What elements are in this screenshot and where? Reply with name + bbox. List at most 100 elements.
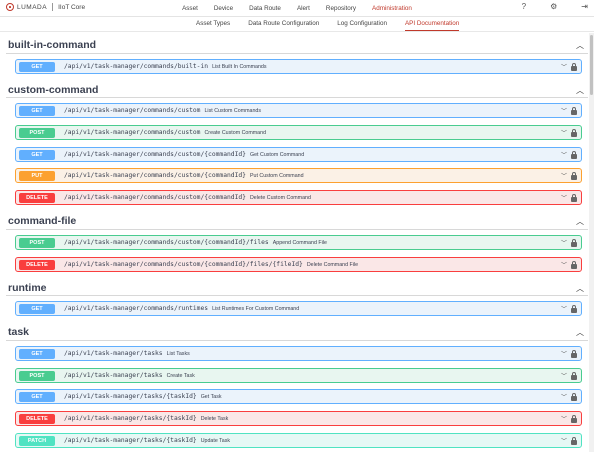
sub-nav: Asset Types Data Route Configuration Log… [0, 17, 594, 32]
chevron-down-icon[interactable]: ﹀ [561, 193, 567, 202]
section-divider [6, 97, 588, 98]
lock-icon[interactable] [571, 304, 577, 313]
lock-icon[interactable] [571, 371, 577, 380]
operation-row[interactable]: DELETE /api/v1/task-manager/commands/cus… [15, 190, 582, 205]
method-badge: PATCH [19, 435, 55, 446]
method-badge: GET [19, 105, 55, 116]
endpoint-summary: Append Command File [272, 239, 327, 246]
endpoint-path: /api/v1/task-manager/commands/custom/{co… [64, 261, 303, 268]
chevron-down-icon[interactable]: ﹀ [561, 106, 567, 115]
nav-item-alert[interactable]: Alert [297, 5, 310, 12]
chevron-down-icon[interactable]: ﹀ [561, 238, 567, 247]
endpoint-path: /api/v1/task-manager/tasks/{taskId} [64, 415, 197, 422]
collapse-chevron-icon[interactable]: ︿ [576, 283, 584, 294]
lock-icon[interactable] [571, 128, 577, 137]
vertical-scrollbar[interactable] [589, 33, 594, 452]
endpoint-summary: Delete Task [200, 415, 229, 422]
logout-icon[interactable]: ⇥ [581, 3, 588, 11]
method-badge: POST [19, 370, 55, 381]
section-title-built-in-command[interactable]: built-in-command [8, 39, 96, 51]
endpoint-path: /api/v1/task-manager/tasks/{taskId} [64, 437, 197, 444]
help-icon[interactable]: ? [522, 3, 526, 11]
method-badge: PUT [19, 170, 55, 181]
lock-icon[interactable] [571, 260, 577, 269]
nav-item-data-route[interactable]: Data Route [249, 5, 281, 12]
chevron-down-icon[interactable]: ﹀ [561, 260, 567, 269]
endpoint-path: /api/v1/task-manager/tasks/{taskId} [64, 393, 197, 400]
endpoint-summary: Create Custom Command [204, 129, 267, 136]
nav-item-administration[interactable]: Administration [372, 5, 412, 12]
top-bar: LUMADA IIoT Core Asset Device Data Route… [0, 0, 594, 17]
endpoint-summary: Update Task [200, 437, 231, 444]
operation-row[interactable]: DELETE /api/v1/task-manager/commands/cus… [15, 257, 582, 272]
operation-row[interactable]: GET /api/v1/task-manager/commands/runtim… [15, 301, 582, 316]
chevron-down-icon[interactable]: ﹀ [561, 392, 567, 401]
operation-row[interactable]: DELETE /api/v1/task-manager/tasks/{taskI… [15, 411, 582, 426]
section-divider [6, 295, 588, 296]
operation-row[interactable]: POST /api/v1/task-manager/commands/custo… [15, 125, 582, 140]
chevron-down-icon[interactable]: ﹀ [561, 150, 567, 159]
endpoint-summary: Put Custom Command [249, 172, 304, 179]
endpoint-summary: Get Task [200, 393, 222, 400]
chevron-down-icon[interactable]: ﹀ [561, 171, 567, 180]
chevron-down-icon[interactable]: ﹀ [561, 414, 567, 423]
tab-data-route-configuration[interactable]: Data Route Configuration [248, 17, 319, 31]
collapse-chevron-icon[interactable]: ︿ [576, 327, 584, 338]
section-title-runtime[interactable]: runtime [8, 282, 47, 294]
operation-row[interactable]: PUT /api/v1/task-manager/commands/custom… [15, 168, 582, 183]
chevron-down-icon[interactable]: ﹀ [561, 304, 567, 313]
nav-item-device[interactable]: Device [214, 5, 233, 12]
operation-row[interactable]: PATCH /api/v1/task-manager/tasks/{taskId… [15, 433, 582, 448]
lock-icon[interactable] [571, 62, 577, 71]
section-divider [6, 340, 588, 341]
scrollbar-thumb[interactable] [590, 35, 593, 95]
endpoint-summary: List Runtimes For Custom Command [212, 305, 300, 312]
tab-log-configuration[interactable]: Log Configuration [337, 17, 387, 31]
section-title-task[interactable]: task [8, 326, 29, 338]
chevron-down-icon[interactable]: ﹀ [561, 436, 567, 445]
operation-row[interactable]: GET /api/v1/task-manager/commands/custom… [15, 147, 582, 162]
endpoint-summary: List Built In Commands [212, 63, 267, 70]
tab-asset-types[interactable]: Asset Types [196, 17, 230, 31]
collapse-chevron-icon[interactable]: ︿ [576, 216, 584, 227]
nav-item-repository[interactable]: Repository [326, 5, 356, 12]
endpoint-path: /api/v1/task-manager/commands/custom [64, 129, 201, 136]
section-divider [6, 229, 588, 230]
nav-item-asset[interactable]: Asset [182, 5, 198, 12]
lock-icon[interactable] [571, 193, 577, 202]
endpoint-path: /api/v1/task-manager/commands/runtimes [64, 305, 209, 312]
operation-row[interactable]: POST /api/v1/task-manager/commands/custo… [15, 235, 582, 250]
section-divider [6, 53, 588, 54]
lock-icon[interactable] [571, 150, 577, 159]
operation-row[interactable]: GET /api/v1/task-manager/commands/built-… [15, 59, 582, 74]
lock-icon[interactable] [571, 349, 577, 358]
chevron-down-icon[interactable]: ﹀ [561, 62, 567, 71]
endpoint-path: /api/v1/task-manager/commands/built-in [64, 63, 209, 70]
section-title-custom-command[interactable]: custom-command [8, 84, 98, 96]
lock-icon[interactable] [571, 392, 577, 401]
method-badge: GET [19, 61, 55, 72]
endpoint-summary: List Custom Commands [204, 107, 262, 114]
endpoint-summary: Create Task [166, 372, 195, 379]
collapse-chevron-icon[interactable]: ︿ [576, 85, 584, 96]
operation-row[interactable]: GET /api/v1/task-manager/tasks/{taskId} … [15, 389, 582, 404]
lock-icon[interactable] [571, 238, 577, 247]
lock-icon[interactable] [571, 106, 577, 115]
operation-row[interactable]: GET /api/v1/task-manager/tasks List Task… [15, 346, 582, 361]
lock-icon[interactable] [571, 436, 577, 445]
method-badge: POST [19, 127, 55, 138]
api-doc-content: built-in-command ︿ GET /api/v1/task-mana… [0, 33, 594, 452]
settings-icon[interactable]: ⚙ [550, 3, 557, 11]
tab-api-documentation[interactable]: API Documentation [404, 17, 460, 31]
chevron-down-icon[interactable]: ﹀ [561, 371, 567, 380]
operation-row[interactable]: POST /api/v1/task-manager/tasks Create T… [15, 368, 582, 383]
section-title-command-file[interactable]: command-file [8, 215, 76, 227]
lock-icon[interactable] [571, 171, 577, 180]
chevron-down-icon[interactable]: ﹀ [561, 128, 567, 137]
operation-row[interactable]: GET /api/v1/task-manager/commands/custom… [15, 103, 582, 118]
method-badge: GET [19, 391, 55, 402]
method-badge: GET [19, 149, 55, 160]
collapse-chevron-icon[interactable]: ︿ [576, 40, 584, 51]
lock-icon[interactable] [571, 414, 577, 423]
chevron-down-icon[interactable]: ﹀ [561, 349, 567, 358]
